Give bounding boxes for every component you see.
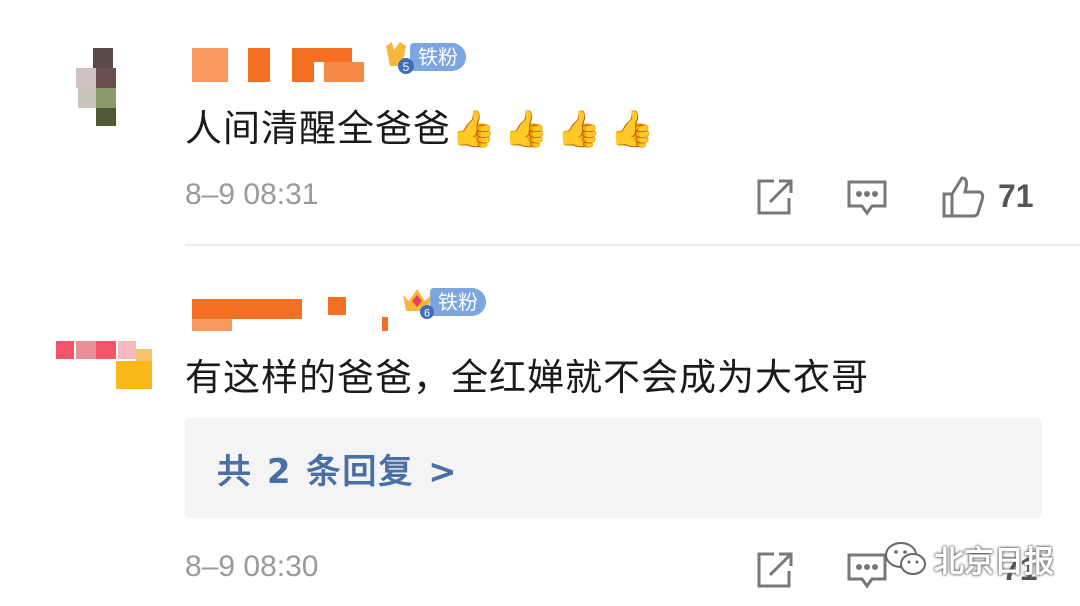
view-replies-button[interactable]: 共 2 条回复 > [185, 418, 1042, 518]
fan-badge-label: 铁粉 [410, 43, 466, 71]
wechat-icon [885, 542, 926, 575]
thumbs-up-emoji: 👍👍👍👍 [451, 109, 663, 150]
comment-1: 5 铁粉 人间清醒全爸爸👍👍👍👍 8–9 08:31 71 [0, 0, 1080, 245]
comment-actions: 71 [740, 172, 1060, 222]
fan-badge[interactable]: 5 铁粉 [380, 40, 466, 74]
username-blurred[interactable] [192, 293, 392, 333]
comment-timestamp: 8–9 08:30 [185, 550, 319, 583]
fan-level-icon: 5 [380, 40, 414, 74]
comment-text: 人间清醒全爸爸👍👍👍👍 [185, 107, 663, 150]
svg-text:5: 5 [403, 60, 410, 74]
share-icon[interactable] [750, 545, 800, 595]
avatar[interactable] [38, 269, 158, 389]
avatar[interactable] [38, 40, 158, 160]
fan-badge[interactable]: 6 铁粉 [400, 285, 486, 320]
like-icon[interactable] [938, 172, 988, 222]
username-blurred[interactable] [192, 44, 372, 84]
fan-level-icon: 6 [400, 285, 434, 320]
comment-timestamp: 8–9 08:31 [185, 178, 319, 211]
watermark-text: 北京日报 [934, 545, 1054, 580]
watermark: 北京日报 [884, 534, 1054, 584]
comment-icon[interactable] [842, 172, 892, 222]
svg-text:6: 6 [424, 308, 430, 320]
comment-divider [185, 244, 1080, 246]
share-icon[interactable] [750, 172, 800, 222]
like-count: 71 [998, 178, 1034, 214]
comment-text: 有这样的爸爸，全红婵就不会成为大衣哥 [185, 356, 869, 399]
fan-badge-label: 铁粉 [430, 288, 486, 316]
